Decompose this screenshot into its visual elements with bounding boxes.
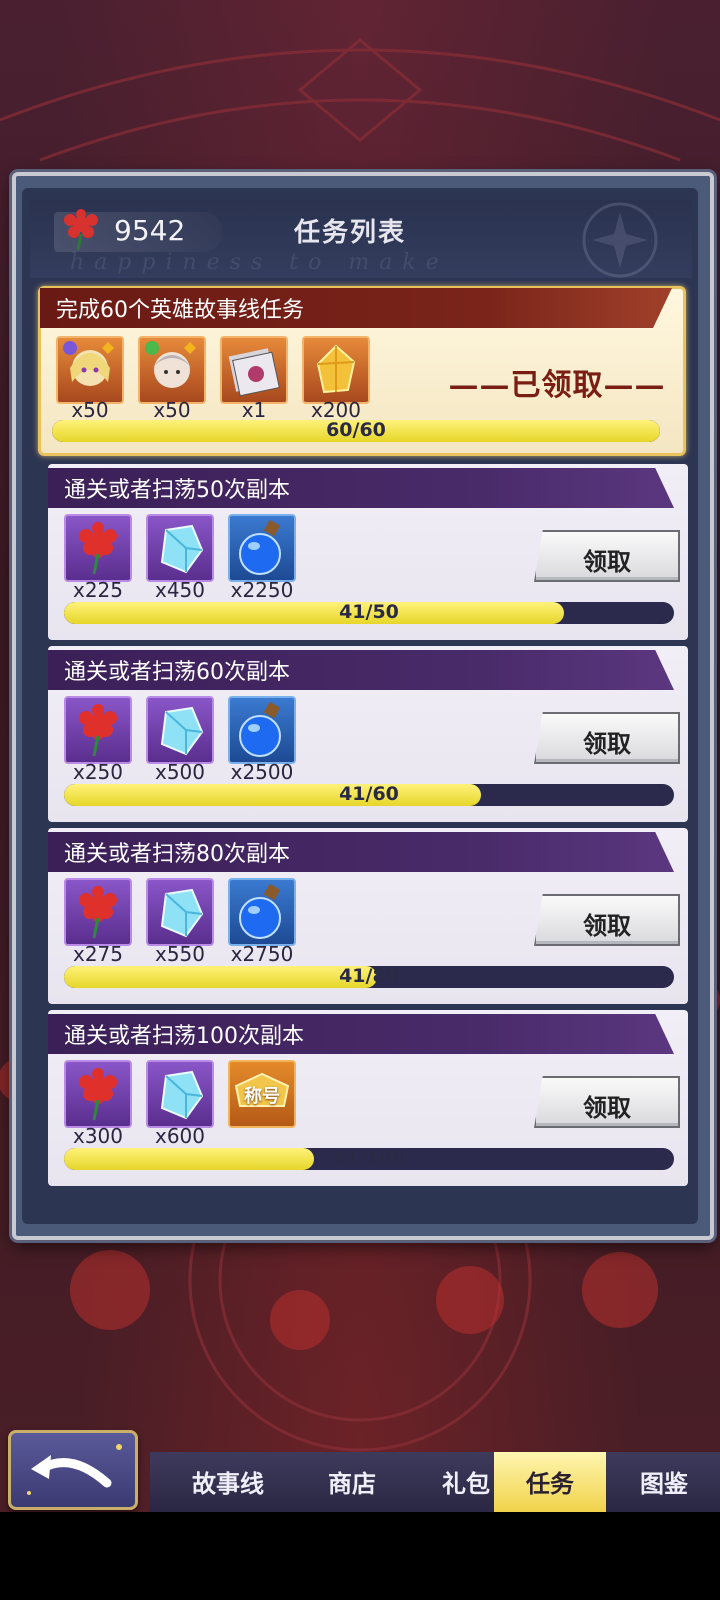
title-badge-label: 称号	[244, 1086, 280, 1107]
reward-qty: x275	[72, 942, 123, 966]
reward-qty: x250	[72, 760, 123, 784]
reward-blue-crystal[interactable]	[146, 878, 214, 946]
reward-title-badge[interactable]: 称号	[228, 1060, 296, 1128]
reward-red-flower[interactable]	[64, 878, 132, 946]
currency-value: 9542	[114, 214, 186, 247]
completed-task-title: 完成60个英雄故事线任务	[56, 298, 304, 323]
red-flower-icon	[79, 704, 117, 757]
reward-hero-portrait[interactable]	[138, 336, 206, 404]
blue-crystal-icon	[160, 1070, 204, 1120]
claim-button-label: 领取	[583, 911, 631, 940]
tab-tasks[interactable]: 任务	[494, 1452, 606, 1512]
reward-qty: x50	[71, 398, 109, 422]
header-deco-text: happiness to make	[70, 250, 449, 275]
reward-card-pack[interactable]	[220, 336, 288, 404]
claim-button[interactable]: 领取	[534, 1076, 680, 1128]
tab-collection[interactable]: 图鉴	[608, 1452, 720, 1512]
blue-crystal-icon	[160, 888, 204, 938]
task-title: 通关或者扫荡80次副本	[64, 842, 290, 867]
reward-qty: x50	[153, 398, 191, 422]
hero-portrait-silver-icon	[145, 341, 196, 388]
blue-potion-icon	[239, 883, 281, 939]
reward-qty: x225	[72, 578, 123, 602]
progress-text: 41/60	[339, 784, 399, 805]
reward-qty: x300	[72, 1124, 123, 1148]
progress-text: 41/100	[332, 1148, 406, 1169]
hero-portrait-blonde-icon	[63, 341, 114, 386]
claim-button-label: 领取	[583, 547, 631, 576]
reward-blue-potion[interactable]	[228, 696, 296, 764]
reward-qty: x550	[154, 942, 205, 966]
reward-blue-crystal[interactable]	[146, 1060, 214, 1128]
progress-text: 41/50	[339, 602, 399, 623]
reward-qty: x450	[154, 578, 205, 602]
task-title: 通关或者扫荡60次副本	[64, 660, 290, 685]
progress-text: 60/60	[326, 420, 386, 441]
blue-crystal-icon	[160, 706, 204, 756]
gold-crystal-icon	[316, 344, 356, 394]
reward-blue-crystal[interactable]	[146, 696, 214, 764]
reward-qty: x2750	[230, 942, 294, 966]
reward-hero-portrait[interactable]	[56, 336, 124, 404]
blue-potion-icon	[239, 519, 281, 575]
reward-qty: x600	[154, 1124, 205, 1148]
system-bar	[0, 1512, 720, 1600]
progress-text: 41/80	[339, 966, 399, 987]
progress-bar: 41/80	[64, 966, 674, 988]
reward-qty: x200	[310, 398, 361, 422]
claim-button[interactable]: 领取	[534, 712, 680, 764]
task-title: 通关或者扫荡50次副本	[64, 478, 290, 503]
page-title: 任务列表	[293, 218, 406, 248]
star-emblem-icon	[582, 202, 658, 278]
red-flower-icon	[79, 522, 117, 575]
progress-bar: 41/50	[64, 602, 674, 624]
red-flower-icon	[79, 886, 117, 939]
reward-blue-crystal[interactable]	[146, 514, 214, 582]
reward-red-flower[interactable]	[64, 696, 132, 764]
claim-button[interactable]: 领取	[534, 894, 680, 946]
claim-button-label: 领取	[583, 729, 631, 758]
card-pack-icon	[228, 348, 280, 397]
tab-shop[interactable]: 商店	[296, 1452, 408, 1512]
reward-qty: x2500	[230, 760, 294, 784]
reward-qty: x1	[241, 398, 267, 422]
claimed-status: ——已领取——	[448, 368, 666, 403]
reward-red-flower[interactable]	[64, 1060, 132, 1128]
back-button[interactable]	[8, 1430, 138, 1510]
tab-story[interactable]: 故事线	[172, 1452, 284, 1512]
red-flower-icon	[79, 1068, 117, 1121]
red-flower-currency-icon	[64, 209, 98, 251]
progress-bar: 41/100	[64, 1148, 674, 1170]
reward-blue-potion[interactable]	[228, 514, 296, 582]
task-title: 通关或者扫荡100次副本	[64, 1024, 304, 1049]
progress-bar: 41/60	[64, 784, 674, 806]
reward-qty: x2250	[230, 578, 294, 602]
reward-blue-potion[interactable]	[228, 878, 296, 946]
back-arrow-icon	[27, 1444, 122, 1495]
reward-qty: x500	[154, 760, 205, 784]
claim-button[interactable]: 领取	[534, 530, 680, 582]
claim-button-label: 领取	[583, 1093, 631, 1122]
progress-bar: 60/60	[52, 420, 660, 442]
reward-gold-crystal[interactable]	[302, 336, 370, 404]
blue-crystal-icon	[160, 524, 204, 574]
blue-potion-icon	[239, 701, 281, 757]
reward-red-flower[interactable]	[64, 514, 132, 582]
